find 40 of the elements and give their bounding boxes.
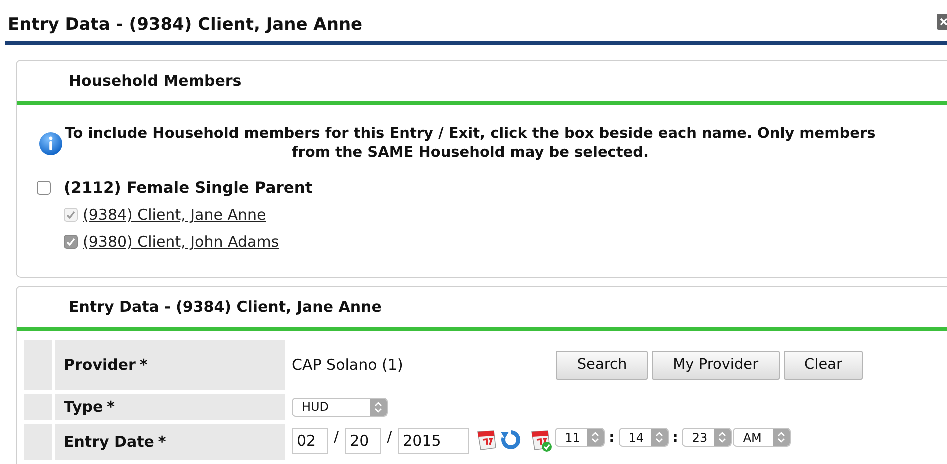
stepper-arrows-icon: [714, 429, 732, 446]
clear-button[interactable]: Clear: [784, 350, 864, 380]
panel-title: Household Members: [69, 72, 242, 90]
required-mark: *: [107, 398, 115, 416]
checkbox[interactable]: [64, 235, 78, 249]
required-mark: *: [140, 356, 148, 374]
field-label: Provider: [64, 356, 136, 374]
field-label: Entry Date: [64, 433, 154, 451]
stepper-arrows-icon: [773, 429, 790, 446]
time-separator: :: [672, 430, 678, 446]
calendar-icon[interactable]: [475, 428, 500, 452]
stepper-arrows-icon: [370, 398, 387, 416]
info-icon: [39, 132, 63, 156]
panel-title: Entry Data - (9384) Client, Jane Anne: [69, 298, 382, 316]
info-message: To include Household members for this Entry / Exit, click the box beside each name. Only members from the SAME Household may be selected.: [64, 125, 877, 163]
window-title: Entry Data - (9384) Client, Jane Anne: [8, 14, 363, 34]
date-separator: /: [387, 428, 392, 446]
search-button[interactable]: Search: [556, 350, 648, 380]
calendar-check-icon[interactable]: [529, 428, 554, 452]
time-separator: :: [609, 430, 615, 446]
household-name: (2112) Female Single Parent: [64, 179, 313, 197]
member-link[interactable]: (9380) Client, John Adams: [83, 233, 280, 251]
checkbox[interactable]: [37, 181, 51, 195]
stepper-arrows-icon: [650, 429, 668, 446]
stepper-arrows-icon: [587, 429, 604, 446]
refresh-icon[interactable]: [500, 429, 522, 451]
select-dropdown[interactable]: 14: [618, 428, 669, 447]
date-field[interactable]: 2015: [398, 428, 470, 454]
close-icon[interactable]: [937, 14, 947, 30]
select-dropdown[interactable]: AM: [733, 428, 792, 447]
date-field[interactable]: 02: [292, 428, 328, 454]
required-mark: *: [158, 433, 166, 451]
field-label: Type: [64, 398, 104, 416]
select-dropdown[interactable]: 23: [682, 428, 732, 447]
select-dropdown[interactable]: 11: [555, 428, 606, 447]
date-field[interactable]: 20: [345, 428, 382, 454]
select-dropdown[interactable]: HUD: [292, 398, 388, 416]
my-provider-button[interactable]: My Provider: [652, 350, 780, 380]
date-separator: /: [334, 428, 340, 446]
provider-value: CAP Solano (1): [292, 356, 404, 374]
